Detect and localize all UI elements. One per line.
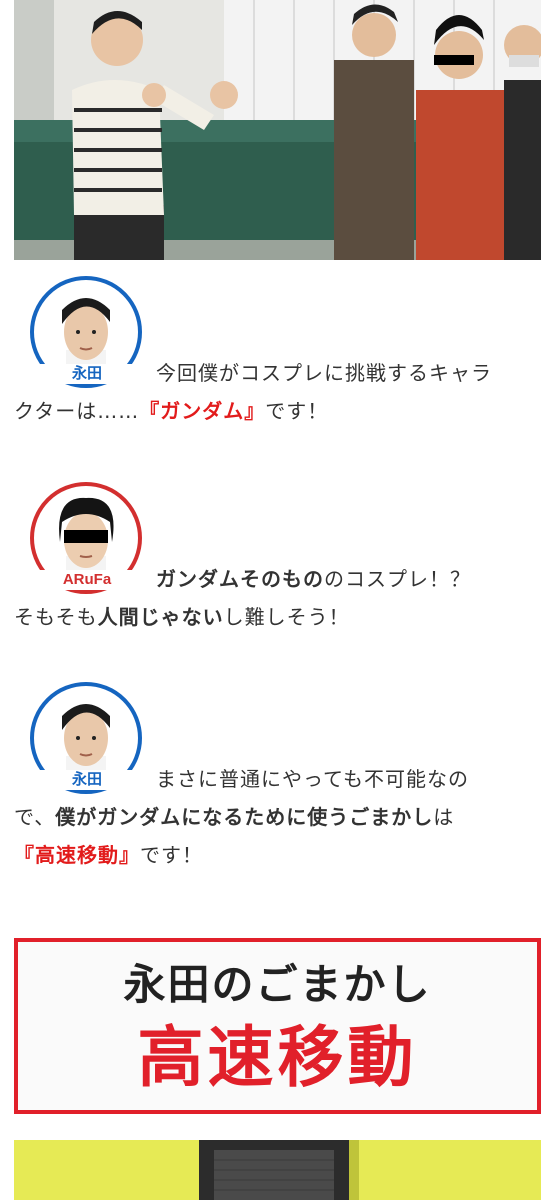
emphasis-bold: ガンダムそのもの <box>156 567 324 591</box>
chat-message-3: 永田 まさに普通にやっても不可能なの で、僕がガンダムになるために使うごまかしは… <box>14 682 544 874</box>
text-plain: クターは…… <box>14 399 140 423</box>
chat-line: 『高速移動』です！ <box>14 836 544 874</box>
bottom-photo-illustration <box>14 1140 541 1200</box>
text-plain: で、 <box>14 805 56 829</box>
bottom-photo <box>14 1140 541 1200</box>
text-plain: し難しそう！ <box>223 605 350 629</box>
speaker-name: ARuFa <box>30 570 144 590</box>
text-plain: そもそも <box>14 605 98 629</box>
speaker-name: 永田 <box>30 364 144 384</box>
chat-line: クターは……『ガンダム』です！ <box>14 392 544 430</box>
hero-photo-illustration <box>14 0 541 260</box>
speaker-avatar: 永田 <box>30 682 144 796</box>
text-plain: です！ <box>140 843 203 867</box>
chat-message-2: ARuFa ガンダムそのもののコスプレ！？ そもそも人間じゃないし難しそう！ <box>14 482 544 636</box>
chat-line: で、僕がガンダムになるために使うごまかしは <box>14 798 544 836</box>
speaker-avatar: 永田 <box>30 276 144 390</box>
text-plain: は <box>433 805 455 829</box>
chat-line: そもそも人間じゃないし難しそう！ <box>14 598 544 636</box>
title-card-title: 高速移動 <box>137 1019 418 1096</box>
text-plain: のコスプレ！？ <box>324 567 471 591</box>
emphasis-bold: 人間じゃない <box>97 605 224 629</box>
text-plain: です！ <box>265 399 329 423</box>
chat-message-1: 永田 今回僕がコスプレに挑戦するキャラ クターは……『ガンダム』です！ <box>14 276 544 430</box>
title-card-subtitle: 永田のごまかし <box>123 960 432 1009</box>
hero-photo <box>14 0 541 260</box>
emphasis-bold: 僕がガンダムになるために使うごまかし <box>55 805 434 829</box>
speaker-avatar: ARuFa <box>30 482 144 596</box>
emphasis-red: 『ガンダム』 <box>139 399 266 423</box>
title-card: 永田のごまかし 高速移動 <box>14 938 541 1114</box>
emphasis-red: 『高速移動』 <box>14 843 140 867</box>
speaker-name: 永田 <box>30 770 144 790</box>
